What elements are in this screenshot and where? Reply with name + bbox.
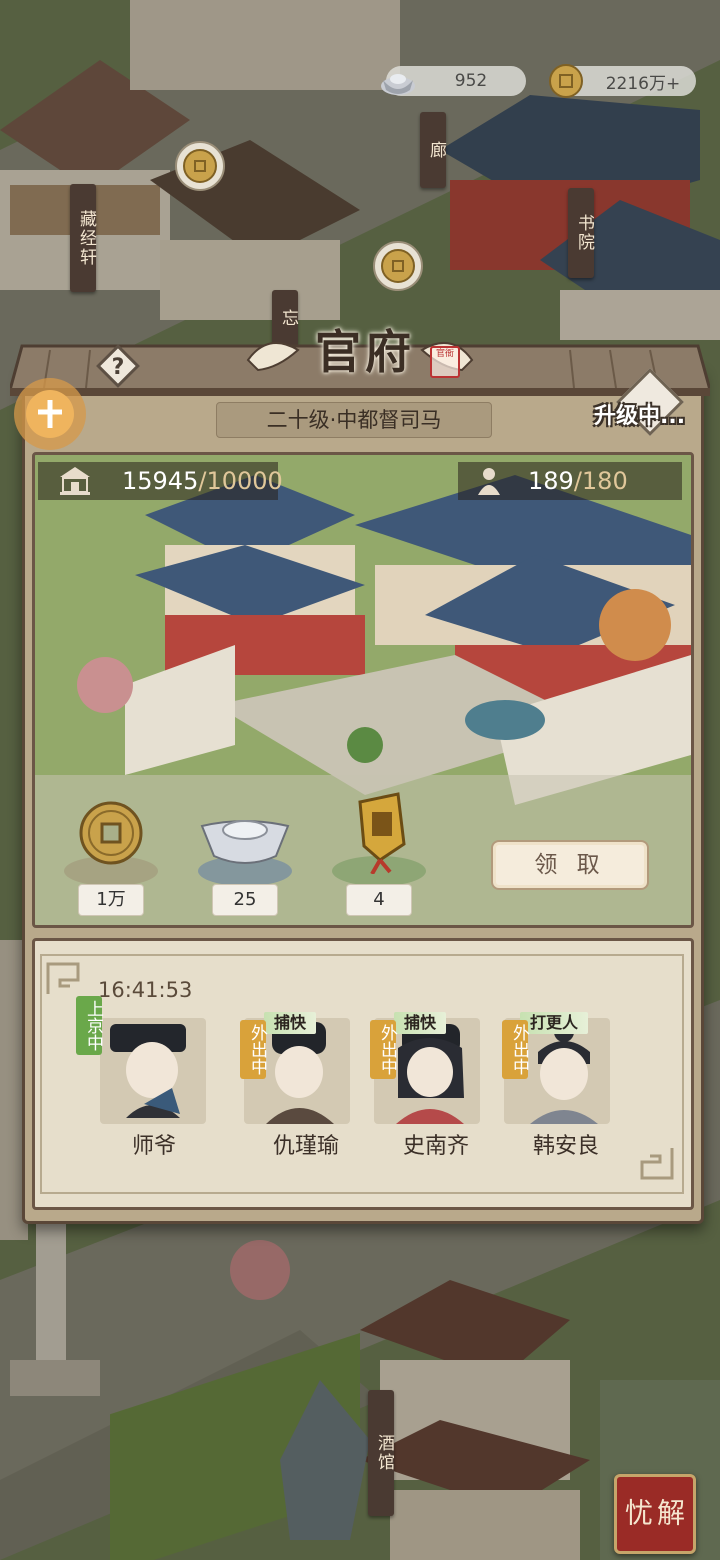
help-button[interactable]: ? bbox=[96, 344, 140, 388]
jieyou-button[interactable]: 解忧 bbox=[614, 1474, 696, 1554]
staff-current: 189 bbox=[528, 467, 574, 495]
sign-cangjingxuan[interactable]: 藏经轩 bbox=[70, 184, 96, 292]
coin-amount: 2216万+ bbox=[605, 73, 681, 94]
prosperity-stat: 15945/10000 bbox=[38, 462, 283, 500]
role-tag: 捕快 bbox=[264, 1012, 317, 1034]
copper-coin-icon bbox=[549, 64, 583, 98]
svg-text:?: ? bbox=[112, 355, 125, 380]
staff-stat: 189/180 bbox=[458, 462, 682, 500]
corner-pattern-icon bbox=[46, 962, 80, 994]
sign-shuyuan[interactable]: 书院 bbox=[568, 188, 594, 278]
status-badge: 外出中 bbox=[240, 1020, 267, 1079]
staff-name: 仇瑾瑜 bbox=[272, 1134, 339, 1159]
advisor-avatar bbox=[110, 1024, 186, 1118]
sign-lang[interactable]: 廊 bbox=[420, 112, 446, 188]
silver-ingot-icon bbox=[200, 820, 290, 864]
reward-token-amount: 4 bbox=[346, 884, 412, 916]
staff-name: 师爷 bbox=[131, 1134, 176, 1159]
claim-button[interactable]: 领 取 bbox=[491, 840, 649, 890]
staff-max: /180 bbox=[573, 467, 628, 495]
status-badge: 外出中 bbox=[502, 1020, 529, 1079]
corner-pattern-icon bbox=[640, 1148, 674, 1180]
staff-timer: 16:41:53 bbox=[98, 978, 193, 1002]
staff-name: 韩安良 bbox=[532, 1134, 599, 1159]
command-token-icon bbox=[358, 792, 406, 874]
reward-silver-amount: 25 bbox=[212, 884, 278, 916]
hall-icon bbox=[60, 467, 90, 495]
upgrade-status[interactable]: 升级中... bbox=[594, 398, 685, 430]
person-icon bbox=[478, 468, 500, 495]
staff-name: 史南齐 bbox=[402, 1134, 469, 1159]
status-badge: 上京中 bbox=[76, 996, 103, 1055]
coin-bubble-icon[interactable] bbox=[172, 140, 228, 196]
copper-coin-icon bbox=[79, 801, 143, 865]
silver-ingot-icon bbox=[381, 74, 415, 95]
status-badge: 外出中 bbox=[370, 1020, 397, 1079]
panel-title: 官府 bbox=[315, 325, 415, 379]
prosperity-current: 15945 bbox=[122, 467, 199, 495]
side-event-icon[interactable] bbox=[8, 372, 92, 456]
role-tag: 打更人 bbox=[520, 1012, 589, 1034]
role-tag: 捕快 bbox=[394, 1012, 447, 1034]
title-seal: 官衙 bbox=[430, 346, 460, 378]
sign-jiuguan[interactable]: 酒馆 bbox=[368, 1390, 394, 1516]
silver-amount: 952 bbox=[454, 71, 488, 91]
reward-coin-amount: 1万 bbox=[78, 884, 144, 916]
coin-bubble-icon[interactable] bbox=[370, 240, 426, 296]
avatar[interactable] bbox=[100, 1018, 206, 1124]
prosperity-max: /10000 bbox=[198, 467, 283, 495]
level-bar: 二十级·中都督司马 bbox=[216, 402, 492, 438]
